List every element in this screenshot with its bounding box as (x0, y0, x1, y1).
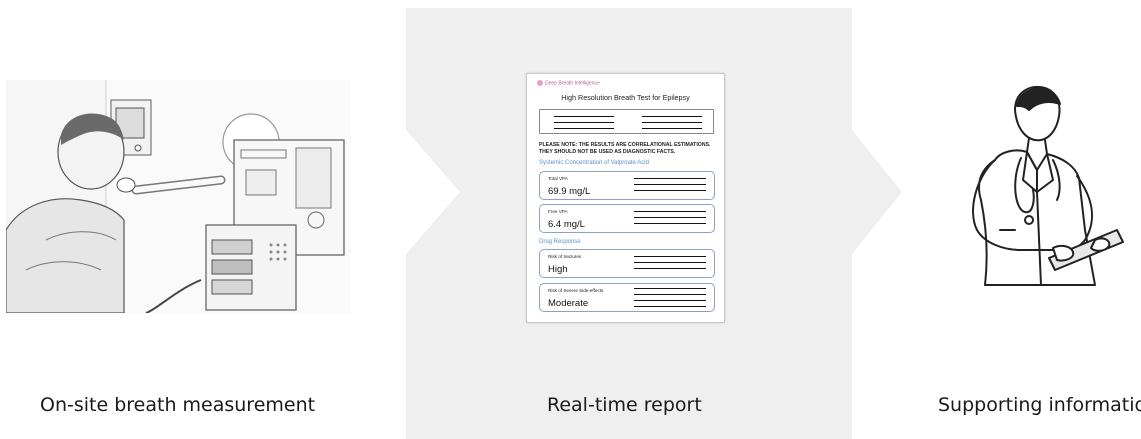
result-label: Total VPA (548, 176, 568, 181)
result-value: 69.9 mg/L (548, 186, 591, 197)
result-box-total-vpa: Total VPA 69.9 mg/L (539, 171, 715, 200)
caption-on-site-measurement: On-site breath measurement (40, 394, 316, 416)
result-box-seizure-risk: Risk of Seizures High (539, 249, 715, 278)
report-header-box (539, 109, 714, 134)
report-disclaimer: PLEASE NOTE: THE RESULTS ARE CORRELATION… (539, 142, 711, 155)
placeholder-line (554, 116, 614, 118)
placeholder-line (554, 122, 614, 124)
result-label: Free VPA (548, 209, 568, 214)
report-brand-text: Deep Breath Intelligence (545, 80, 600, 87)
result-value: Moderate (548, 298, 589, 309)
placeholder-line (634, 211, 706, 213)
result-box-free-vpa: Free VPA 6.4 mg/L (539, 204, 715, 233)
report-title: High Resolution Breath Test for Epilepsy (561, 93, 690, 102)
placeholder-line (634, 262, 706, 264)
placeholder-line (634, 294, 706, 296)
result-box-side-effects-risk: Risk of Severe Side-effects Moderate (539, 283, 715, 312)
placeholder-line (634, 288, 706, 290)
report-brand: Deep Breath Intelligence (537, 80, 600, 86)
section-heading-drug-response: Drug Response (539, 239, 581, 245)
placeholder-line (642, 116, 702, 118)
placeholder-line (634, 268, 706, 270)
breath-test-report: Deep Breath Intelligence High Resolution… (526, 73, 725, 323)
placeholder-line (634, 306, 706, 308)
result-value: High (548, 264, 568, 275)
brand-logo-icon (537, 80, 543, 86)
result-value: 6.4 mg/L (548, 219, 585, 230)
placeholder-line (642, 122, 702, 124)
breath-measurement-illustration (6, 80, 351, 313)
placeholder-line (634, 190, 706, 192)
section-heading-concentration: Systemic Concentration of Valproate Acid (539, 160, 649, 166)
placeholder-line (634, 184, 706, 186)
placeholder-line (634, 217, 706, 219)
result-label: Risk of Seizures (548, 254, 582, 259)
caption-real-time-report: Real-time report (547, 394, 702, 416)
placeholder-line (634, 256, 706, 258)
placeholder-line (554, 128, 614, 130)
doctor-illustration (972, 86, 1124, 286)
placeholder-line (634, 223, 706, 225)
placeholder-line (634, 300, 706, 302)
result-label: Risk of Severe Side-effects (548, 288, 604, 293)
placeholder-line (634, 178, 706, 180)
caption-supporting-information: Supporting information (938, 394, 1141, 416)
placeholder-line (642, 128, 702, 130)
